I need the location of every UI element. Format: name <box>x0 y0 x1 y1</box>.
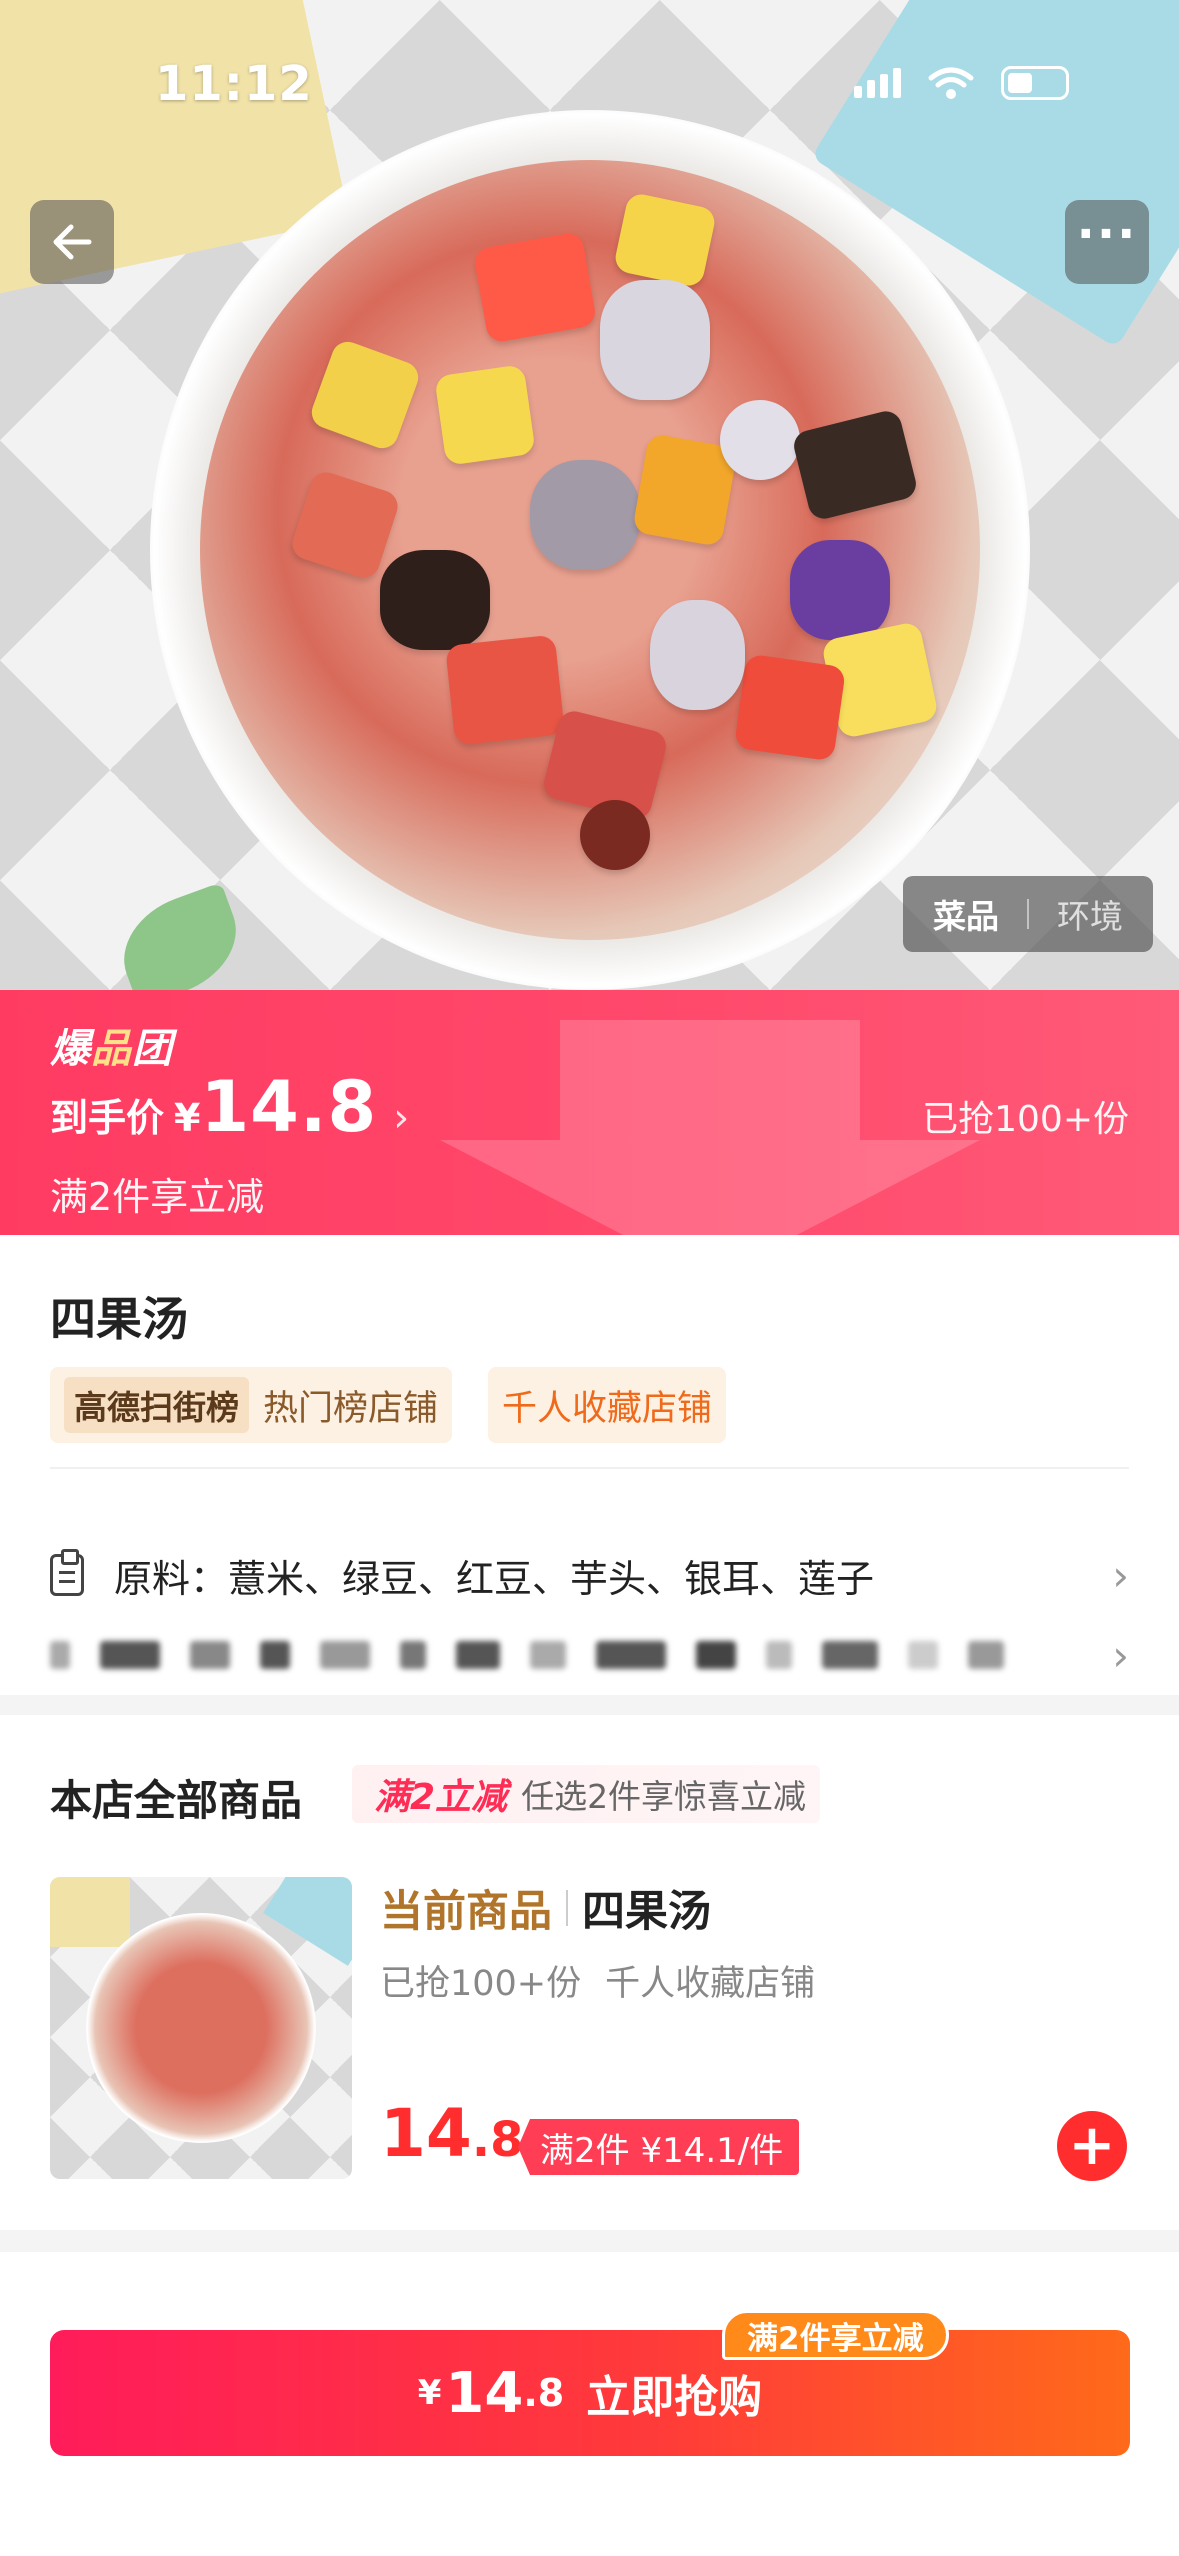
current-product-tag: 当前商品 <box>380 1887 552 1937</box>
rank-tag[interactable]: 高德扫街榜 热门榜店铺 <box>50 1367 453 1443</box>
fruit-soup <box>200 160 980 940</box>
deal-price-row[interactable]: 到手价 ¥ 14.8 › <box>50 1066 409 1148</box>
blurred-info-row[interactable]: › <box>50 1615 1129 1695</box>
image-category-tabs: 菜品 环境 <box>903 876 1153 952</box>
promo-badge: 满2立减 任选2件享惊喜立减 <box>352 1765 821 1823</box>
deal-price-label: 到手价 <box>50 1096 165 1140</box>
fruit-piece <box>472 231 598 344</box>
fruit-piece <box>580 800 650 870</box>
more-dots-icon: ··· <box>1076 206 1138 262</box>
current-product-meta: 已抢100+份 千人收藏店铺 <box>380 1955 815 2006</box>
tab-dish[interactable]: 菜品 <box>933 890 999 938</box>
divider <box>50 1467 1129 1469</box>
chevron-right-icon: › <box>1112 1550 1129 1600</box>
deal-subtitle: 满2件享立减 <box>50 1175 265 1219</box>
deal-banner[interactable]: 爆品团 到手价 ¥ 14.8 › 满2件享立减 已抢100+份 <box>0 990 1179 1235</box>
promo-badge-main: 满2立减 <box>374 1777 508 1818</box>
product-thumbnail[interactable] <box>50 1877 352 2179</box>
favorite-tag: 千人收藏店铺 <box>488 1367 727 1443</box>
fruit-piece <box>288 468 402 582</box>
rank-logo: 高德扫街榜 <box>64 1377 249 1433</box>
tab-environment[interactable]: 环境 <box>1057 890 1123 938</box>
fruit-piece <box>790 408 920 522</box>
status-time: 11:12 <box>155 56 313 112</box>
buy-label: 立即抢购 <box>586 2372 763 2423</box>
store-products-section: 本店全部商品 满2立减 任选2件享惊喜立减 当前商品 四果汤 已抢100+份 千人… <box>0 1715 1179 2230</box>
arrow-left-icon <box>53 224 92 260</box>
fruit-piece <box>733 653 847 762</box>
add-to-cart-button[interactable]: + <box>1057 2111 1127 2181</box>
bottom-bar: ¥ 14 .8 立即抢购 满2件享立减 <box>0 2252 1179 2556</box>
fruit-piece <box>790 540 890 640</box>
deal-currency: ¥ <box>174 1096 201 1140</box>
thumb-bowl <box>86 1913 316 2143</box>
divider <box>566 1890 568 1926</box>
leaf-decoration <box>108 882 252 990</box>
status-bar: 11:12 <box>0 0 1179 160</box>
rank-tag-label: 热门榜店铺 <box>263 1388 439 1429</box>
current-product-name: 四果汤 <box>582 1887 711 1937</box>
product-info-card: 四果汤 高德扫街榜 热门榜店铺 千人收藏店铺 原料：薏米、绿豆、红豆、芋头、银耳… <box>0 1235 1179 1695</box>
product-title: 四果汤 <box>50 1292 188 1346</box>
promo-badge-desc: 任选2件享惊喜立减 <box>521 1777 807 1816</box>
clipboard-icon <box>50 1549 84 1596</box>
ingredients-text: 原料：薏米、绿豆、红豆、芋头、银耳、莲子 <box>114 1556 875 1601</box>
cellular-signal-icon <box>854 68 901 98</box>
buy-currency: ¥ <box>417 2373 442 2413</box>
buy-promo-bubble: 满2件享立减 <box>722 2310 949 2360</box>
fruit-piece <box>720 400 800 480</box>
plus-icon: + <box>1068 2113 1116 2178</box>
fruit-piece <box>612 191 718 289</box>
arrow-down-watermark-icon <box>440 1020 980 1235</box>
buy-now-button[interactable]: ¥ 14 .8 立即抢购 <box>50 2330 1130 2456</box>
current-product-price: 14.8 <box>380 2095 524 2172</box>
multi-buy-tag: 满2件 ¥14.1/件 <box>518 2119 800 2175</box>
buy-price-dec: .8 <box>523 2371 565 2415</box>
chevron-right-icon: › <box>393 1095 410 1141</box>
thumb-bg-yellow <box>50 1877 130 1947</box>
buy-price-int: 14 <box>445 2360 524 2426</box>
chevron-right-icon: › <box>1112 1630 1129 1680</box>
more-button[interactable]: ··· <box>1065 200 1149 284</box>
wifi-icon <box>928 67 974 99</box>
fruit-piece <box>380 550 490 650</box>
fruit-piece <box>530 460 640 570</box>
tab-divider <box>1027 899 1029 929</box>
fruit-piece <box>434 364 536 466</box>
fruit-piece <box>445 634 565 746</box>
back-button[interactable] <box>30 200 114 284</box>
current-product-label[interactable]: 当前商品 四果汤 <box>380 1877 711 1939</box>
fruit-piece <box>307 337 423 453</box>
store-section-title: 本店全部商品 <box>50 1776 303 1825</box>
ingredients-row[interactable]: 原料：薏米、绿豆、红豆、芋头、银耳、莲子 › <box>50 1535 1129 1615</box>
battery-icon <box>1001 66 1069 100</box>
fruit-piece <box>650 600 745 710</box>
current-product-sold: 已抢100+份 <box>380 1964 582 2004</box>
fruit-piece <box>600 280 710 400</box>
status-icons <box>854 66 1069 100</box>
redacted-content <box>50 1641 1004 1669</box>
deal-price: 14.8 <box>200 1066 378 1148</box>
current-product-fav: 千人收藏店铺 <box>605 1964 816 2004</box>
deal-sold-count: 已抢100+份 <box>922 1099 1129 1140</box>
